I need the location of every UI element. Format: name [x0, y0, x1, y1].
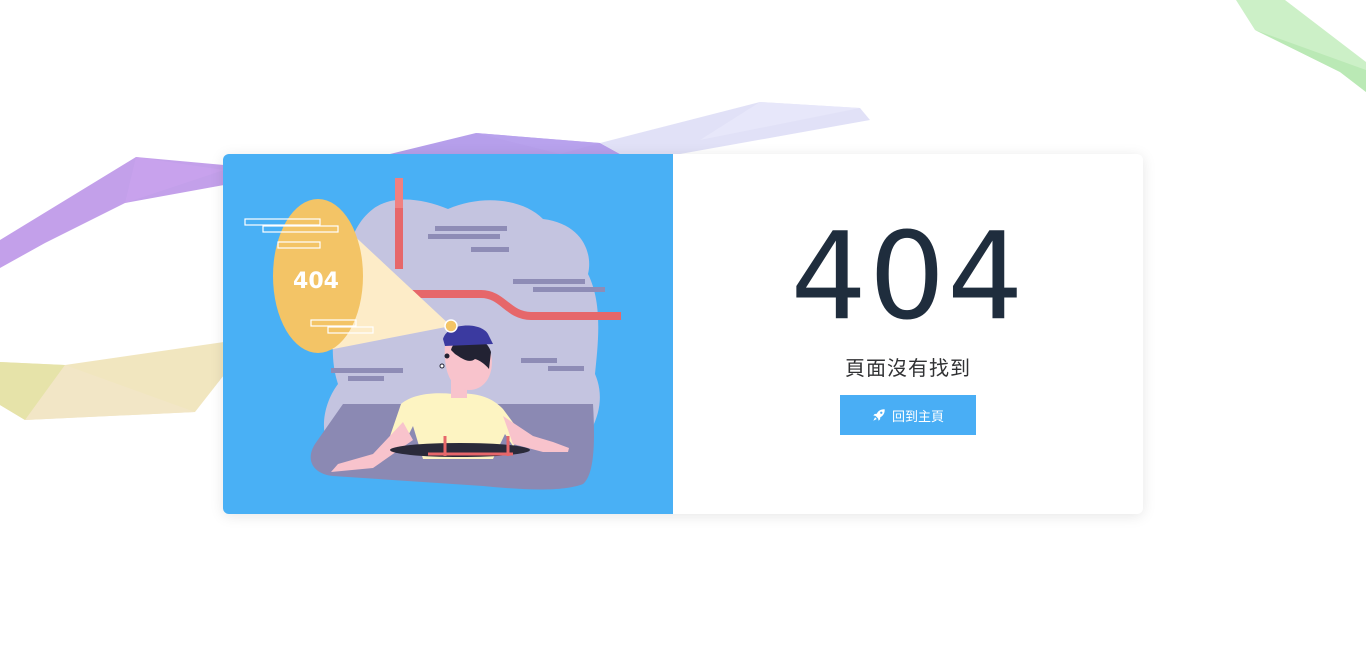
error-message: 頁面沒有找到 [845, 356, 971, 380]
error-content: 404 頁面沒有找到 回到主頁 [673, 154, 1143, 514]
error-code: 404 [790, 208, 1026, 347]
rocket-icon [873, 409, 885, 421]
back-to-home-button[interactable]: 回到主頁 [840, 395, 976, 435]
error-card: 404 404 頁面沒有找到 回到主頁 [223, 154, 1143, 514]
spotlight-404-text: 404 [293, 269, 339, 294]
not-found-illustration: 404 [223, 154, 673, 514]
person-in-manhole-illustration: 404 [244, 178, 621, 490]
back-to-home-label: 回到主頁 [891, 409, 944, 425]
